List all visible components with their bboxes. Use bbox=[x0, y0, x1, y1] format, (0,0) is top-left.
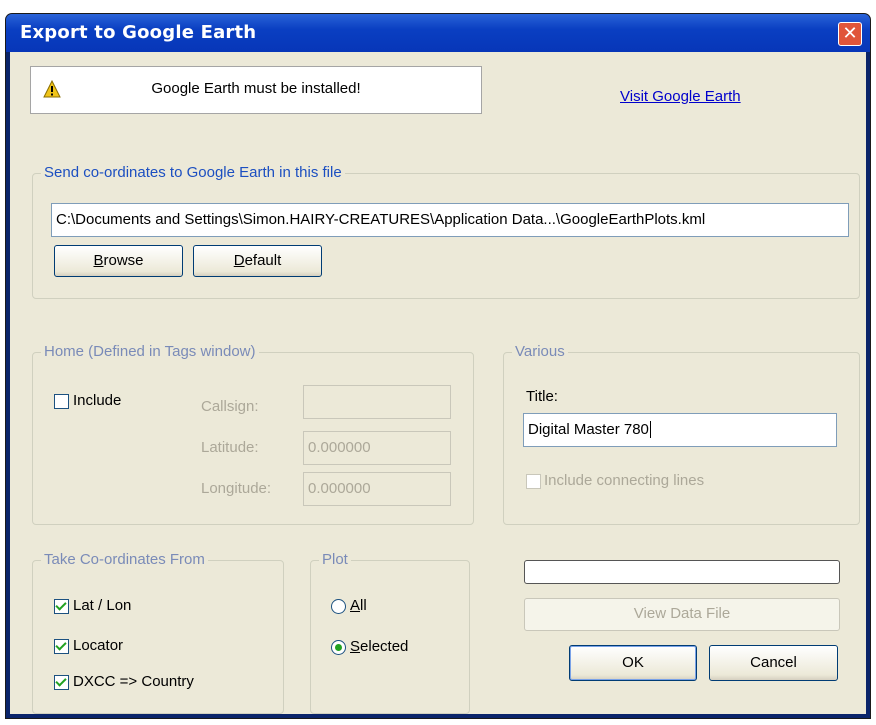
title-label: Title: bbox=[526, 388, 558, 405]
locator-checkbox[interactable] bbox=[54, 639, 69, 654]
lat-lon-label: Lat / Lon bbox=[73, 597, 132, 614]
home-group: Home (Defined in Tags window) Include Ca… bbox=[32, 343, 474, 525]
visit-google-earth-link[interactable]: Visit Google Earth bbox=[620, 88, 741, 105]
various-group: Various Title: Digital Master 780 Includ… bbox=[503, 343, 860, 525]
plot-group-label: Plot bbox=[319, 551, 351, 568]
plot-selected-mnemonic: S bbox=[350, 638, 361, 655]
default-button[interactable]: Default bbox=[193, 245, 322, 277]
coordinates-group-label: Take Co-ordinates From bbox=[41, 551, 208, 568]
callsign-field[interactable] bbox=[303, 385, 451, 419]
default-mnemonic: D bbox=[233, 252, 245, 269]
include-label: Include bbox=[73, 392, 122, 409]
latitude-label: Latitude: bbox=[201, 439, 259, 456]
connecting-lines-checkbox[interactable] bbox=[526, 474, 541, 489]
browse-button[interactable]: Browse bbox=[54, 245, 183, 277]
longitude-field[interactable]: 0.000000 bbox=[303, 472, 451, 506]
file-group: Send co-ordinates to Google Earth in thi… bbox=[32, 164, 860, 299]
plot-group: Plot All Selected bbox=[310, 551, 470, 714]
latitude-field[interactable]: 0.000000 bbox=[303, 431, 451, 465]
plot-all-mnemonic: A bbox=[350, 597, 361, 614]
title-input[interactable]: Digital Master 780 bbox=[523, 413, 837, 447]
title-bar[interactable]: Export to Google Earth ✕ bbox=[6, 14, 870, 52]
default-label: efault bbox=[244, 252, 282, 269]
text-caret bbox=[649, 421, 651, 438]
plot-selected-label: Selected bbox=[350, 638, 408, 655]
warning-banner: Google Earth must be installed! bbox=[30, 66, 482, 114]
include-checkbox[interactable] bbox=[54, 394, 69, 409]
callsign-label: Callsign: bbox=[201, 398, 259, 415]
various-group-label: Various bbox=[512, 343, 568, 360]
file-group-label: Send co-ordinates to Google Earth in thi… bbox=[41, 164, 345, 181]
coordinates-group: Take Co-ordinates From Lat / Lon Locator… bbox=[32, 551, 284, 714]
cancel-button[interactable]: Cancel bbox=[709, 645, 838, 681]
plot-selected-radio[interactable] bbox=[331, 640, 346, 655]
plot-selected-rest: elected bbox=[360, 638, 409, 655]
connecting-lines-label: Include connecting lines bbox=[544, 472, 705, 489]
export-progress-bar bbox=[524, 560, 840, 584]
plot-all-radio[interactable] bbox=[331, 599, 346, 614]
close-icon[interactable]: ✕ bbox=[838, 22, 862, 46]
dxcc-country-label: DXCC => Country bbox=[73, 673, 194, 690]
window-title: Export to Google Earth bbox=[20, 22, 257, 43]
dialog-body: Google Earth must be installed! Visit Go… bbox=[10, 52, 866, 714]
view-data-file-button[interactable]: View Data File bbox=[524, 598, 840, 631]
file-path-input[interactable]: C:\Documents and Settings\Simon.HAIRY-CR… bbox=[51, 203, 849, 237]
locator-label: Locator bbox=[73, 637, 124, 654]
lat-lon-checkbox[interactable] bbox=[54, 599, 69, 614]
dialog-window: Export to Google Earth ✕ Google Earth mu… bbox=[6, 14, 870, 718]
longitude-label: Longitude: bbox=[201, 480, 272, 497]
dxcc-country-checkbox[interactable] bbox=[54, 675, 69, 690]
home-group-label: Home (Defined in Tags window) bbox=[41, 343, 259, 360]
warning-text: Google Earth must be installed! bbox=[151, 80, 361, 97]
plot-all-rest: ll bbox=[360, 597, 367, 614]
browse-label: rowse bbox=[103, 252, 144, 269]
title-value: Digital Master 780 bbox=[528, 421, 649, 438]
plot-all-label: All bbox=[350, 597, 367, 614]
ok-button[interactable]: OK bbox=[569, 645, 697, 681]
browse-mnemonic: B bbox=[93, 252, 104, 269]
